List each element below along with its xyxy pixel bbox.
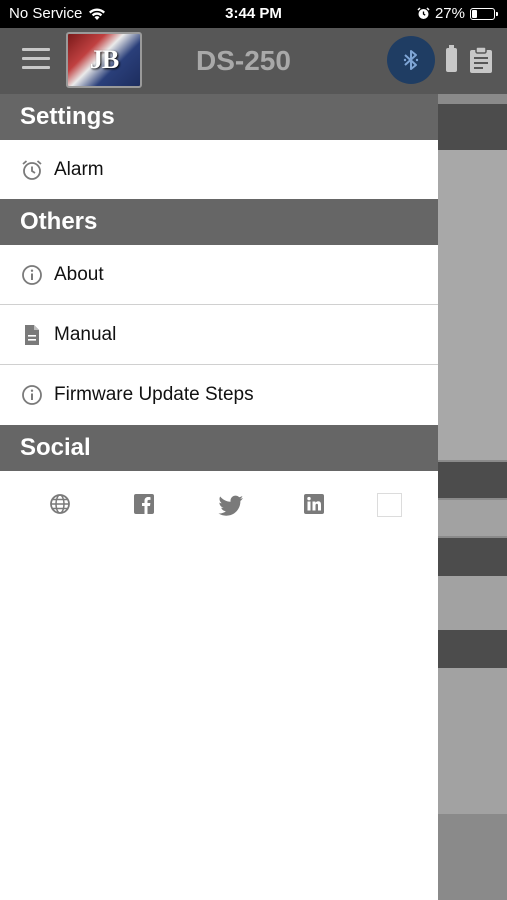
- menu-item-firmware-update[interactable]: Firmware Update Steps: [0, 365, 438, 425]
- social-links: [0, 471, 438, 541]
- twitter-icon[interactable]: [218, 495, 244, 517]
- logo-text: JB: [89, 45, 119, 74]
- section-title: Social: [20, 434, 91, 461]
- status-right: 27%: [417, 5, 498, 22]
- battery-icon: [470, 7, 498, 20]
- hamburger-menu-icon[interactable]: [22, 48, 50, 70]
- menu-item-label: Alarm: [54, 158, 104, 180]
- info-icon: [0, 384, 54, 406]
- battery-percent: 27%: [434, 5, 465, 22]
- bluetooth-icon: [403, 50, 419, 70]
- menu-item-alarm[interactable]: Alarm: [0, 140, 438, 199]
- bg-panel-body-3: [438, 576, 507, 630]
- section-title: Others: [20, 208, 98, 235]
- bg-panel-header-1: [438, 104, 507, 150]
- menu-item-about[interactable]: About: [0, 245, 438, 305]
- battery-fill: [472, 9, 477, 18]
- bg-panel-body-2: [438, 500, 507, 536]
- bg-panel-header-2: [438, 462, 507, 498]
- linkedin-icon[interactable]: [303, 493, 325, 515]
- bg-panel-header-4: [438, 630, 507, 668]
- section-title: Settings: [20, 103, 115, 130]
- section-header-others: Others: [0, 199, 438, 245]
- hamburger-line: [22, 57, 50, 60]
- facebook-icon[interactable]: [133, 493, 155, 515]
- navigation-drawer: Settings Alarm Others About Manual Firmw…: [0, 94, 438, 900]
- section-header-settings: Settings: [0, 94, 438, 140]
- info-icon: [0, 264, 54, 286]
- document-icon: [0, 324, 54, 346]
- bg-panel-body-4: [438, 668, 507, 814]
- bluetooth-button[interactable]: [387, 36, 435, 84]
- section-header-social: Social: [0, 425, 438, 471]
- status-bar: No Service 3:44 PM 27%: [0, 0, 507, 28]
- hamburger-line: [22, 66, 50, 69]
- device-battery-icon[interactable]: [446, 45, 457, 72]
- menu-item-manual[interactable]: Manual: [0, 305, 438, 365]
- logo: JB: [66, 32, 142, 88]
- hamburger-line: [22, 48, 50, 51]
- bg-panel-body-1: [438, 150, 507, 460]
- page-title: DS-250: [196, 45, 291, 76]
- bg-panel-header-3: [438, 538, 507, 576]
- blank-icon[interactable]: [377, 493, 402, 517]
- alarm-clock-icon: [417, 7, 430, 19]
- menu-item-label: Manual: [54, 323, 117, 345]
- globe-icon[interactable]: [49, 493, 71, 515]
- clipboard-icon[interactable]: [469, 46, 493, 74]
- app-header: JB DS-250: [0, 28, 507, 94]
- menu-item-label: Firmware Update Steps: [54, 384, 254, 405]
- alarm-clock-icon: [0, 159, 54, 181]
- menu-item-label: About: [54, 263, 104, 285]
